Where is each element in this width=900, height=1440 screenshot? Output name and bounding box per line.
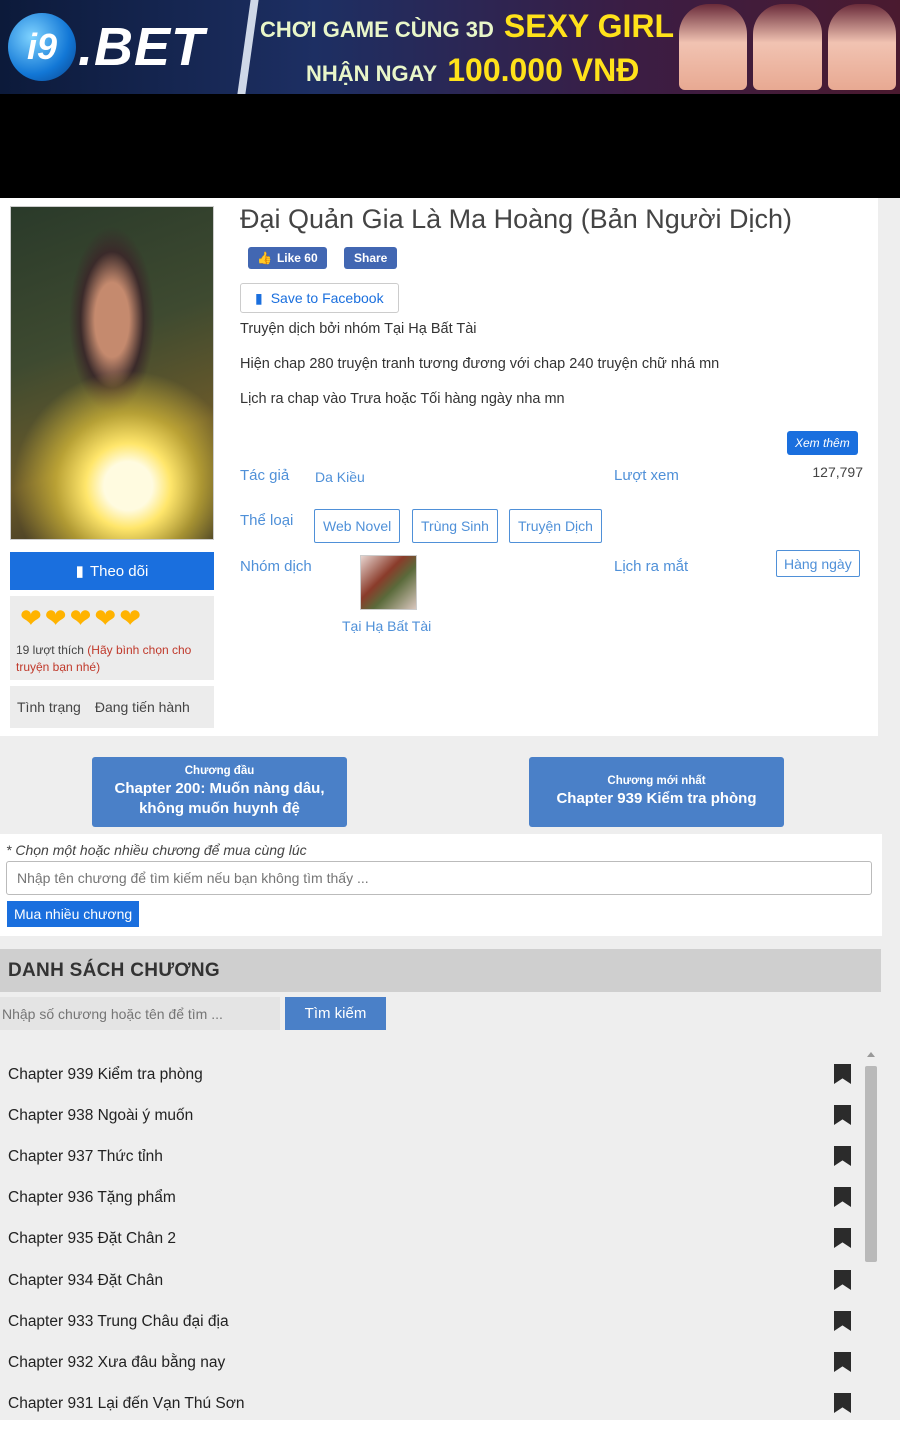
- latest-chapter-button[interactable]: Chương mới nhất Chapter 939 Kiểm tra phò…: [529, 757, 784, 827]
- genre-tag[interactable]: Web Novel: [314, 509, 401, 543]
- chapter-link[interactable]: Chapter 932 Xưa đâu bằng nay: [8, 1354, 225, 1372]
- buy-chapters-panel: * Chọn một hoặc nhiều chương để mua cùng…: [0, 834, 882, 936]
- bookmark-icon: ▮: [75, 563, 84, 580]
- views-label: Lượt xem: [614, 467, 679, 484]
- author-link[interactable]: Da Kiều: [315, 469, 365, 485]
- chapter-row[interactable]: Chapter 933 Trung Châu đại địa: [0, 1299, 860, 1340]
- ad-line-2: NHẬN NGAY 100.000 VNĐ: [306, 52, 639, 89]
- follow-button[interactable]: ▮ Theo dõi: [10, 552, 214, 590]
- chapter-link[interactable]: Chapter 937 Thức tỉnh: [8, 1148, 163, 1166]
- ad-logo-text: .BET: [78, 17, 206, 77]
- heart-rating[interactable]: ❤ ❤ ❤ ❤ ❤: [20, 604, 141, 632]
- ad-banner[interactable]: i9 .BET CHƠI GAME CÙNG 3D SEXY GIRL NHẬN …: [0, 0, 900, 94]
- likes-count: 19 lượt thích: [16, 643, 84, 657]
- latest-chapter-title: Chapter 939 Kiểm tra phòng: [556, 790, 757, 807]
- chapter-row[interactable]: Chapter 932 Xưa đâu bằng nay: [0, 1340, 860, 1381]
- first-chapter-title: Chapter 200: Muốn nàng dâu, không muốn h…: [114, 780, 325, 817]
- first-chapter-button[interactable]: Chương đầu Chapter 200: Muốn nàng dâu, k…: [92, 757, 347, 827]
- bookmark-icon[interactable]: [834, 1146, 851, 1166]
- scroll-up-arrow-icon[interactable]: [867, 1052, 875, 1057]
- heart-icon[interactable]: ❤: [94, 604, 116, 632]
- chapter-link[interactable]: Chapter 931 Lại đến Vạn Thú Sơn: [8, 1395, 245, 1413]
- heart-icon[interactable]: ❤: [45, 604, 67, 632]
- status-label: Tình trạng: [17, 699, 81, 715]
- rating-box: ❤ ❤ ❤ ❤ ❤ 19 lượt thích (Hãy bình chọn c…: [10, 596, 214, 680]
- ad-illustration: [675, 0, 900, 94]
- ad-line-1-big: SEXY GIRL: [503, 8, 675, 44]
- bookmark-icon[interactable]: [834, 1105, 851, 1125]
- chapter-link[interactable]: Chapter 935 Đặt Chân 2: [8, 1230, 176, 1248]
- heart-icon[interactable]: ❤: [119, 604, 141, 632]
- thumbs-up-icon: 👍: [257, 251, 272, 265]
- fb-like-label: Like 60: [276, 251, 318, 265]
- black-band: [0, 94, 900, 198]
- chapter-list-heading: DANH SÁCH CHƯƠNG: [8, 960, 220, 981]
- page-bottom: [0, 1420, 900, 1440]
- chapter-row[interactable]: Chapter 935 Đặt Chân 2: [0, 1216, 860, 1257]
- schedule-label: Lịch ra mắt: [614, 558, 689, 575]
- schedule-badge: Hàng ngày: [776, 550, 860, 577]
- chapter-row[interactable]: Chapter 936 Tặng phẩm: [0, 1175, 860, 1216]
- ad-line-1: CHƠI GAME CÙNG 3D SEXY GIRL: [260, 8, 674, 45]
- save-to-facebook-button[interactable]: ▮ Save to Facebook: [240, 283, 399, 313]
- chapter-list-header: DANH SÁCH CHƯƠNG: [0, 949, 881, 992]
- ad-logo: i9 .BET: [8, 10, 248, 84]
- buy-multiple-button[interactable]: Mua nhiều chương: [7, 901, 140, 927]
- description-line: Lịch ra chap vào Trưa hoặc Tối hàng ngày…: [240, 391, 565, 407]
- bookmark-icon[interactable]: [834, 1270, 851, 1290]
- buy-note: * Chọn một hoặc nhiều chương để mua cùng…: [6, 842, 307, 858]
- genre-tag[interactable]: Truyện Dịch: [509, 509, 602, 543]
- rating-text: 19 lượt thích (Hãy bình chọn cho truyện …: [16, 642, 210, 676]
- bookmark-icon[interactable]: [834, 1228, 851, 1248]
- views-count: 127,797: [812, 464, 863, 480]
- author-label: Tác giả: [240, 467, 290, 484]
- chapter-link[interactable]: Chapter 933 Trung Châu đại địa: [8, 1313, 229, 1331]
- team-name-link[interactable]: Tại Hạ Bất Tài: [342, 618, 431, 634]
- follow-button-label: Theo dõi: [89, 562, 149, 580]
- save-to-facebook-label: Save to Facebook: [270, 290, 384, 306]
- genre-label: Thể loại: [240, 512, 294, 529]
- chapter-link[interactable]: Chapter 934 Đặt Chân: [8, 1272, 163, 1290]
- ad-line-1-small: CHƠI GAME CÙNG 3D: [260, 17, 494, 42]
- chapter-search-button[interactable]: Tìm kiếm: [285, 997, 386, 1030]
- team-label: Nhóm dịch: [240, 558, 312, 575]
- status-value: Đang tiến hành: [94, 699, 190, 715]
- status-box: Tình trạng Đang tiến hành: [10, 686, 214, 728]
- scroll-thumb[interactable]: [865, 1066, 877, 1262]
- story-title: Đại Quản Gia Là Ma Hoàng (Bản Người Dịch…: [240, 204, 793, 234]
- story-info-panel: ▮ Theo dõi ❤ ❤ ❤ ❤ ❤ 19 lượt thích (Hãy …: [0, 198, 878, 736]
- bookmark-icon[interactable]: [834, 1311, 851, 1331]
- chapter-row[interactable]: Chapter 931 Lại đến Vạn Thú Sơn: [0, 1381, 860, 1422]
- chapter-link[interactable]: Chapter 936 Tặng phẩm: [8, 1189, 176, 1207]
- cover-image: [10, 206, 214, 540]
- chapter-link[interactable]: Chapter 938 Ngoài ý muốn: [8, 1107, 193, 1125]
- first-chapter-caption: Chương đầu: [184, 765, 255, 777]
- bookmark-icon[interactable]: [834, 1393, 851, 1413]
- bookmark-icon[interactable]: [834, 1064, 851, 1084]
- chapter-row[interactable]: Chapter 934 Đặt Chân: [0, 1258, 860, 1299]
- ad-line-2-small: NHẬN NGAY: [306, 61, 438, 86]
- heart-icon[interactable]: ❤: [20, 604, 42, 632]
- description-line: Hiện chap 280 truyện tranh tương đương v…: [240, 356, 720, 372]
- chapter-list-scrollbar[interactable]: [864, 1052, 878, 1422]
- bookmark-icon: ▮: [255, 289, 263, 306]
- chapter-row[interactable]: Chapter 939 Kiểm tra phòng: [0, 1052, 860, 1093]
- fb-like-button[interactable]: 👍 Like 60: [248, 247, 327, 269]
- chapter-row[interactable]: Chapter 937 Thức tỉnh: [0, 1134, 860, 1175]
- buy-chapter-search-input[interactable]: [6, 861, 872, 895]
- bookmark-icon[interactable]: [834, 1352, 851, 1372]
- genre-tag[interactable]: Trùng Sinh: [412, 509, 498, 543]
- read-more-button[interactable]: Xem thêm: [787, 431, 858, 455]
- chapter-link[interactable]: Chapter 939 Kiểm tra phòng: [8, 1066, 203, 1084]
- ad-logo-circle: i9: [8, 13, 76, 81]
- chapter-row[interactable]: Chapter 938 Ngoài ý muốn: [0, 1093, 860, 1134]
- bookmark-icon[interactable]: [834, 1187, 851, 1207]
- team-avatar[interactable]: [360, 555, 417, 610]
- ad-line-2-big: 100.000 VNĐ: [447, 52, 640, 88]
- chapter-search-input[interactable]: [0, 997, 280, 1030]
- fb-share-button[interactable]: Share: [344, 247, 398, 269]
- heart-icon[interactable]: ❤: [70, 604, 92, 632]
- description-line: Truyện dịch bởi nhóm Tại Hạ Bất Tài: [240, 321, 477, 337]
- latest-chapter-caption: Chương mới nhất: [607, 775, 706, 787]
